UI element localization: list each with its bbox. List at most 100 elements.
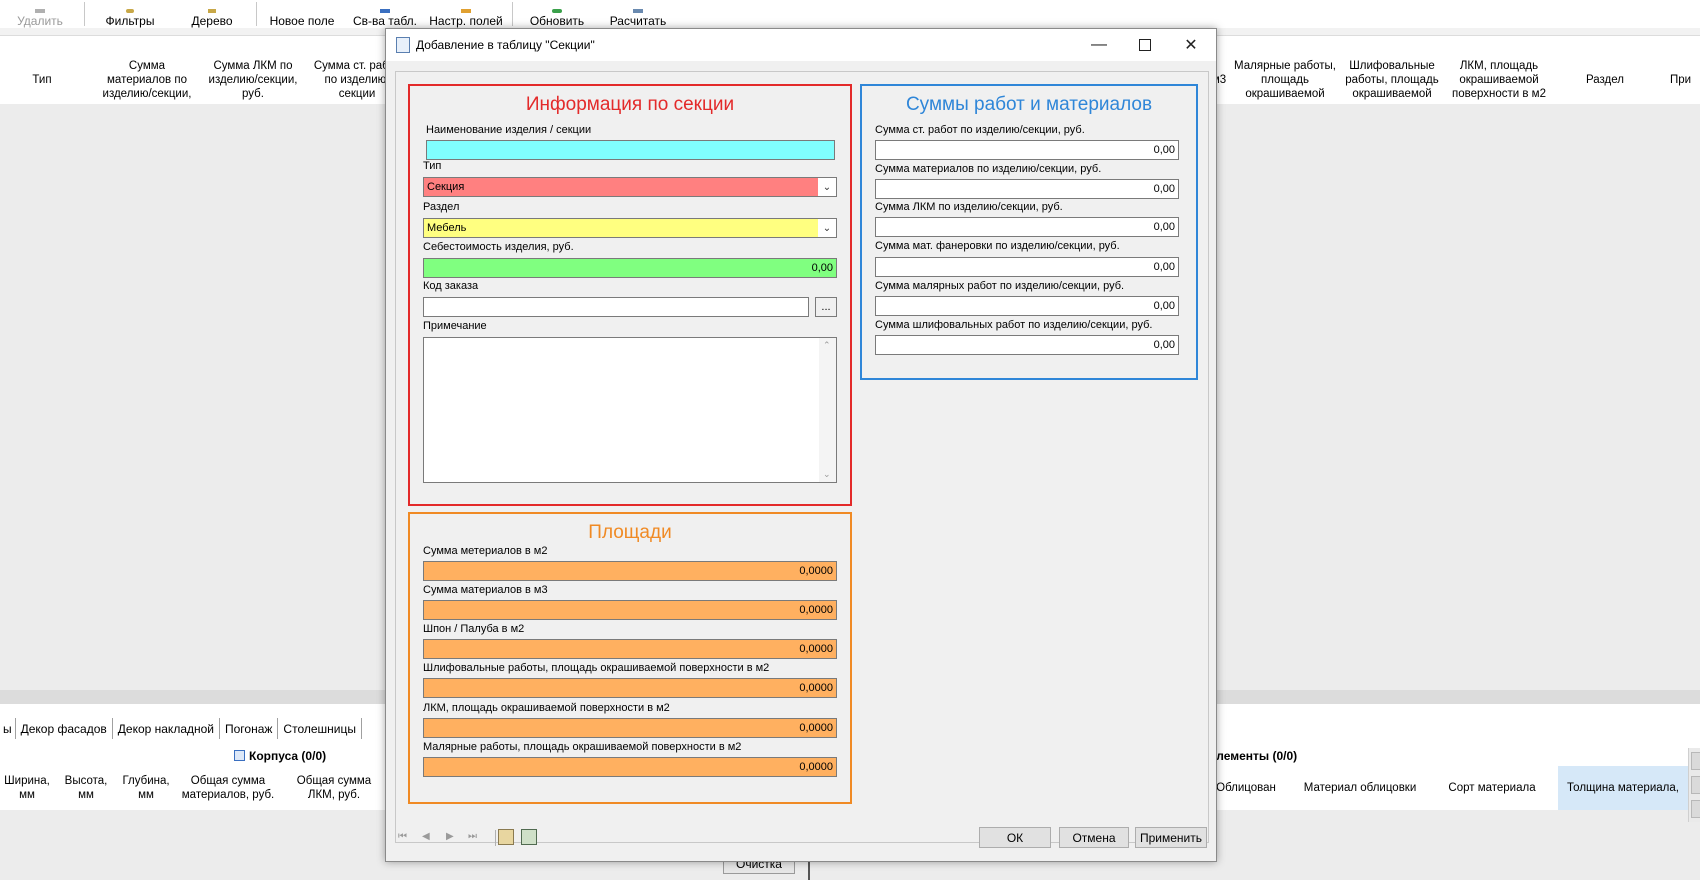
close-icon: ✕ bbox=[1184, 37, 1198, 54]
scroll-up-icon[interactable]: ⌃ bbox=[823, 340, 831, 351]
col-lkm-sum[interactable]: Сумма ЛКМ по изделию/секции, руб. bbox=[203, 56, 303, 104]
col-note[interactable]: При bbox=[1670, 56, 1700, 104]
apply-button[interactable]: Применить bbox=[1135, 827, 1207, 848]
close-button[interactable]: ✕ bbox=[1168, 29, 1214, 61]
col-type[interactable]: Тип bbox=[10, 56, 74, 104]
area-input-3[interactable]: 0,0000 bbox=[423, 678, 837, 698]
sum-input-2[interactable]: 0,00 bbox=[875, 217, 1179, 237]
info-group: Информация по секции Наименование издели… bbox=[408, 84, 852, 506]
cost-label: Себестоимость изделия, руб. bbox=[423, 241, 574, 253]
order-code-input[interactable] bbox=[423, 297, 809, 317]
scroll-down-icon[interactable]: ⌄ bbox=[823, 469, 831, 480]
sum-input-0[interactable]: 0,00 bbox=[875, 140, 1179, 160]
last-record-icon[interactable]: ⏭ bbox=[468, 831, 477, 842]
chevron-down-icon[interactable]: ⌄ bbox=[818, 219, 836, 237]
section-value: Мебель bbox=[427, 222, 467, 234]
maximize-button[interactable] bbox=[1122, 29, 1168, 61]
type-value: Секция bbox=[427, 181, 465, 193]
korpusa-title: Корпуса (0/0) bbox=[249, 749, 327, 763]
area-label-1: Сумма материалов в м3 bbox=[423, 584, 548, 596]
calculate-button[interactable]: Расчитать bbox=[604, 0, 672, 28]
sum-input-4[interactable]: 0,00 bbox=[875, 296, 1179, 316]
area-input-5[interactable]: 0,0000 bbox=[423, 757, 837, 777]
col-mat-sum[interactable]: Сумма материалов по изделию/секции, bbox=[98, 56, 196, 104]
bottom-tabs: ы Декор фасадов Декор накладной Погонаж … bbox=[0, 718, 362, 740]
sum-label-3: Сумма мат. фанеровки по изделию/секции, … bbox=[875, 240, 1120, 252]
sum-input-1[interactable]: 0,00 bbox=[875, 179, 1179, 199]
note-textarea[interactable]: ⌃ ⌄ bbox=[423, 337, 837, 483]
note-scrollbar[interactable]: ⌃ ⌄ bbox=[819, 338, 836, 482]
minimize-button[interactable]: — bbox=[1076, 29, 1122, 61]
col-material-grade[interactable]: Сорт материала bbox=[1440, 772, 1544, 804]
first-record-icon[interactable]: ⏮ bbox=[398, 831, 407, 842]
refresh-icon bbox=[552, 9, 562, 13]
sums-group: Суммы работ и материалов Сумма ст. работ… bbox=[860, 84, 1198, 380]
col-section[interactable]: Раздел bbox=[1572, 56, 1638, 104]
info-title: Информация по секции bbox=[525, 94, 735, 115]
area-input-2[interactable]: 0,0000 bbox=[423, 639, 837, 659]
area-input-1[interactable]: 0,0000 bbox=[423, 600, 837, 620]
col-faced[interactable]: Облицован bbox=[1212, 772, 1280, 804]
filters-button[interactable]: Фильтры bbox=[100, 0, 160, 28]
sum-input-5[interactable]: 0,00 bbox=[875, 335, 1179, 355]
sum-label-5: Сумма шлифовальных работ по изделию/секц… bbox=[875, 319, 1153, 331]
new-field-button[interactable]: Новое поле bbox=[266, 0, 338, 28]
field-settings-button[interactable]: Настр. полей bbox=[427, 0, 505, 28]
tree-button[interactable]: Дерево bbox=[182, 0, 242, 28]
edge-button-1[interactable] bbox=[1691, 752, 1700, 770]
tab-countertops[interactable]: Столешницы bbox=[278, 718, 362, 739]
col-total-lkm[interactable]: Общая сумма ЛКМ, руб. bbox=[287, 772, 381, 804]
cancel-button[interactable]: Отмена bbox=[1059, 827, 1129, 848]
sum-input-3[interactable]: 0,00 bbox=[875, 257, 1179, 277]
tab-0[interactable]: ы bbox=[0, 718, 16, 739]
dialog-title: Добавление в таблицу "Секции" bbox=[416, 38, 595, 52]
col-depth[interactable]: Глубина, мм bbox=[118, 772, 174, 804]
order-code-label: Код заказа bbox=[423, 280, 479, 292]
order-code-browse-button[interactable]: ... bbox=[815, 297, 837, 317]
elements-title: Элементы (0/0) bbox=[1208, 749, 1298, 763]
name-input[interactable] bbox=[426, 140, 835, 160]
table-icon bbox=[234, 750, 245, 761]
refresh-button[interactable]: Обновить bbox=[524, 0, 590, 28]
tab-facade-decor[interactable]: Декор фасадов bbox=[15, 718, 113, 739]
tab-overlay-decor[interactable]: Декор накладной bbox=[112, 718, 220, 739]
delete-button[interactable]: Удалить bbox=[16, 0, 64, 28]
table-props-button[interactable]: Св-ва табл. bbox=[350, 0, 420, 28]
new-field-icon bbox=[302, 9, 303, 13]
tab-moulding[interactable]: Погонаж bbox=[220, 718, 279, 739]
col-grind-area[interactable]: Шлифовальные работы, площадь окрашиваемо… bbox=[1343, 56, 1441, 104]
chevron-down-icon[interactable]: ⌄ bbox=[818, 178, 836, 196]
area-label-2: Шпон / Палуба в м2 bbox=[423, 623, 525, 635]
area-label-3: Шлифовальные работы, площадь окрашиваемо… bbox=[423, 662, 770, 674]
right-edge-buttons bbox=[1688, 748, 1700, 822]
ok-button[interactable]: ОК bbox=[979, 827, 1051, 848]
col-width[interactable]: Ширина, мм bbox=[2, 772, 52, 804]
col-height[interactable]: Высота, мм bbox=[58, 772, 114, 804]
prev-record-icon[interactable]: ◀ bbox=[422, 831, 430, 842]
area-label-4: ЛКМ, площадь окрашиваемой поверхности в … bbox=[423, 702, 670, 714]
edge-button-2[interactable] bbox=[1691, 776, 1700, 794]
section-label: Раздел bbox=[423, 201, 460, 213]
col-total-mat[interactable]: Общая сумма материалов, руб. bbox=[180, 772, 276, 804]
col-paint-area[interactable]: Малярные работы, площадь окрашиваемой bbox=[1230, 56, 1340, 104]
next-record-icon[interactable]: ▶ bbox=[446, 831, 454, 842]
table-edit-icon[interactable] bbox=[498, 829, 514, 845]
korpusa-panel-title: Корпуса (0/0) bbox=[0, 746, 385, 764]
cost-input[interactable]: 0,00 bbox=[423, 258, 837, 278]
export-icon[interactable] bbox=[521, 829, 537, 845]
table-props-icon bbox=[380, 9, 390, 13]
edge-button-3[interactable] bbox=[1691, 800, 1700, 818]
eye-icon bbox=[126, 9, 134, 13]
section-select[interactable]: Мебель ⌄ bbox=[423, 218, 837, 238]
col-facing-material[interactable]: Материал облицовки bbox=[1300, 772, 1420, 804]
col-lkm-area[interactable]: ЛКМ, площадь окрашиваемой поверхности в … bbox=[1447, 56, 1551, 104]
dialog-titlebar[interactable]: Добавление в таблицу "Секции" — ✕ bbox=[386, 29, 1216, 61]
area-input-4[interactable]: 0,0000 bbox=[423, 718, 837, 738]
type-label: Тип bbox=[423, 160, 442, 172]
sum-label-1: Сумма материалов по изделию/секции, руб. bbox=[875, 163, 1102, 175]
col-material-thickness[interactable]: Толщина материала, bbox=[1558, 766, 1688, 810]
sums-title: Суммы работ и материалов bbox=[905, 94, 1153, 115]
area-input-0[interactable]: 0,0000 bbox=[423, 561, 837, 581]
areas-title: Площади bbox=[588, 522, 672, 543]
type-select[interactable]: Секция ⌄ bbox=[423, 177, 837, 197]
